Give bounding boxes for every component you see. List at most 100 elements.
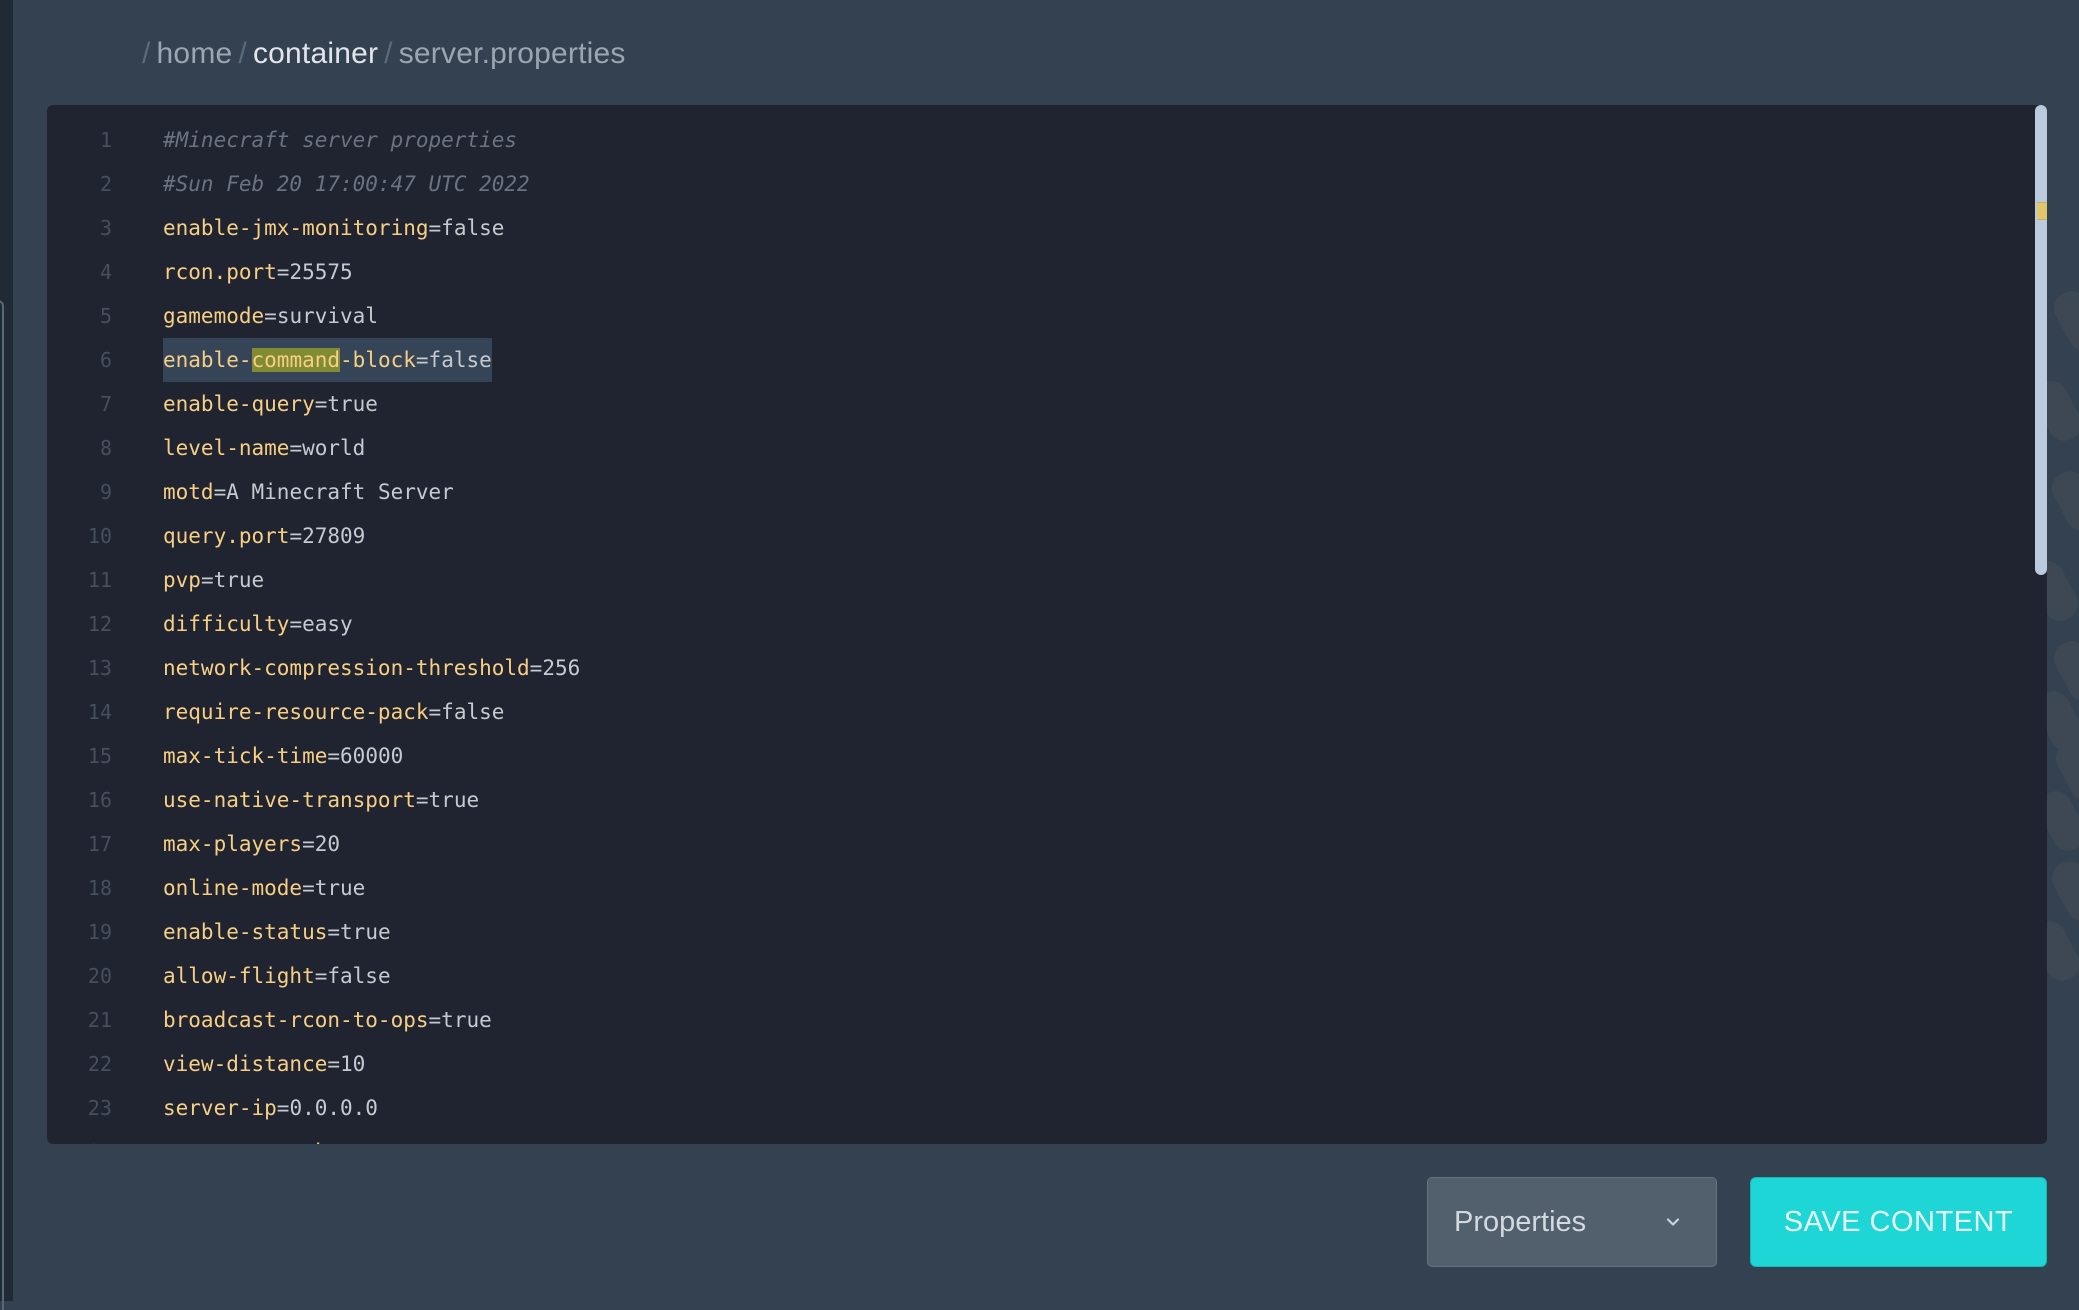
code-line[interactable]: 20 allow-flight=false	[47, 954, 2027, 998]
line-content: #Sun Feb 20 17:00:47 UTC 2022	[163, 162, 530, 206]
line-number: 9	[99, 480, 112, 504]
line-content: online-mode=true	[163, 866, 365, 910]
code-line[interactable]: 1 #Minecraft server properties	[47, 118, 2027, 162]
code-line[interactable]: 2 #Sun Feb 20 17:00:47 UTC 2022	[47, 162, 2027, 206]
line-number: 23	[87, 1096, 112, 1120]
line-content: enable-query=true	[163, 382, 378, 426]
breadcrumb-separator: /	[142, 37, 151, 70]
equals-sign: =	[276, 260, 290, 284]
property-value: true	[428, 788, 480, 812]
property-key: server-ip	[163, 1096, 277, 1120]
breadcrumb-container[interactable]: container	[253, 37, 378, 71]
property-value: A Minecraft Server	[226, 480, 454, 504]
property-key: query.port	[163, 524, 290, 548]
line-number: 18	[87, 876, 112, 900]
code-line[interactable]: 7 enable-query=true	[47, 382, 2027, 426]
code-editor[interactable]: 1 #Minecraft server properties 2 #Sun Feb 2…	[47, 105, 2047, 1144]
code-line[interactable]: 13 network-compression-threshold=256	[47, 646, 2027, 690]
code-line[interactable]: 15 max-tick-time=60000	[47, 734, 2027, 778]
property-value: true	[314, 876, 366, 900]
code-line[interactable]: 3 enable-jmx-monitoring=false	[47, 206, 2027, 250]
line-number: 22	[87, 1052, 112, 1076]
sidebar-panel-edge	[0, 300, 4, 1310]
equals-sign: =	[213, 480, 227, 504]
code-lines[interactable]: 1 #Minecraft server properties 2 #Sun Feb 2…	[47, 118, 2027, 1144]
search-match-highlight: command	[251, 348, 341, 372]
property-key: rcon.port	[163, 260, 277, 284]
property-value: false	[441, 216, 505, 240]
code-line[interactable]: 16 use-native-transport=true	[47, 778, 2027, 822]
line-content: query.port=27809	[163, 514, 365, 558]
line-number: 12	[87, 612, 112, 636]
equals-sign: =	[428, 1008, 442, 1032]
scrollbar-thumb[interactable]	[2035, 105, 2047, 575]
code-line[interactable]: 12 difficulty=easy	[47, 602, 2027, 646]
line-content: view-distance=10	[163, 1042, 365, 1086]
property-value: world	[302, 436, 366, 460]
code-line[interactable]: 11 pvp=true	[47, 558, 2027, 602]
property-key: level-name	[163, 436, 290, 460]
property-key: enable-status	[163, 920, 328, 944]
code-line[interactable]: 19 enable-status=true	[47, 910, 2027, 954]
property-value: 20	[314, 832, 341, 856]
breadcrumb-file: server.properties	[398, 37, 626, 70]
line-content: allow-flight=false	[163, 954, 391, 998]
line-content: use-native-transport=true	[163, 778, 479, 822]
equals-sign: =	[415, 348, 429, 372]
save-content-button[interactable]: SAVE CONTENT	[1750, 1177, 2047, 1267]
equals-sign: =	[428, 700, 442, 724]
line-number: 13	[87, 656, 112, 680]
property-value: false	[327, 964, 391, 988]
line-content: pvp=true	[163, 558, 264, 602]
code-line[interactable]: 22 view-distance=10	[47, 1042, 2027, 1086]
line-number: 8	[99, 436, 112, 460]
code-line[interactable]: 5 gamemode=survival	[47, 294, 2027, 338]
code-line[interactable]: 23 server-ip=0.0.0.0	[47, 1086, 2027, 1130]
breadcrumb-separator: /	[384, 37, 393, 70]
equals-sign: =	[302, 832, 315, 856]
line-content: #Minecraft server properties	[163, 118, 517, 162]
line-content: broadcast-rcon-to-ops=true	[163, 998, 492, 1042]
property-key: max-tick-time	[163, 744, 328, 768]
equals-sign: =	[327, 744, 341, 768]
property-value: 27809	[302, 524, 366, 548]
code-line[interactable]: 21 broadcast-rcon-to-ops=true	[47, 998, 2027, 1042]
property-key: pvp	[163, 568, 201, 592]
equals-sign: =	[416, 1140, 429, 1144]
equals-sign: =	[289, 612, 303, 636]
code-line[interactable]: 4 rcon.port=25575	[47, 250, 2027, 294]
property-value: true	[441, 1008, 492, 1032]
line-number: 2	[99, 172, 112, 196]
line-content: network-compression-threshold=256	[163, 646, 580, 690]
property-key: use-native-transport	[163, 788, 416, 812]
line-number: 15	[87, 744, 112, 768]
line-number: 4	[99, 260, 112, 284]
property-key: resource-pack-prompt	[163, 1140, 416, 1144]
code-line[interactable]: 17 max-players=20	[47, 822, 2027, 866]
comment-text: #Sun Feb 20 17:00:47 UTC 2022	[163, 172, 530, 196]
line-number: 20	[87, 964, 112, 988]
property-key: network-compression-threshold	[163, 656, 530, 680]
equals-sign: =	[289, 436, 303, 460]
breadcrumb-separator: /	[238, 37, 247, 70]
line-number: 7	[99, 392, 112, 416]
code-line[interactable]: 6 enable-command-block=false	[47, 338, 2027, 382]
editor-scrollbar[interactable]	[2035, 105, 2047, 1144]
code-line[interactable]: 10 query.port=27809	[47, 514, 2027, 558]
property-key: broadcast-rcon-to-ops	[163, 1008, 429, 1032]
code-line[interactable]: 24 resource-pack-prompt=	[47, 1130, 2027, 1144]
chevron-down-icon	[1666, 1218, 1680, 1226]
property-value: 10	[340, 1052, 366, 1076]
breadcrumb-home[interactable]: home	[157, 37, 233, 71]
code-line[interactable]: 14 require-resource-pack=false	[47, 690, 2027, 734]
code-line[interactable]: 18 online-mode=true	[47, 866, 2027, 910]
code-line[interactable]: 8 level-name=world	[47, 426, 2027, 470]
equals-sign: =	[314, 392, 328, 416]
line-content: require-resource-pack=false	[163, 690, 504, 734]
line-number: 5	[99, 304, 112, 328]
line-number: 11	[87, 568, 112, 592]
property-key: difficulty	[163, 612, 290, 636]
line-number: 1	[99, 128, 112, 152]
mode-select[interactable]: Properties	[1427, 1177, 1717, 1267]
code-line[interactable]: 9 motd=A Minecraft Server	[47, 470, 2027, 514]
